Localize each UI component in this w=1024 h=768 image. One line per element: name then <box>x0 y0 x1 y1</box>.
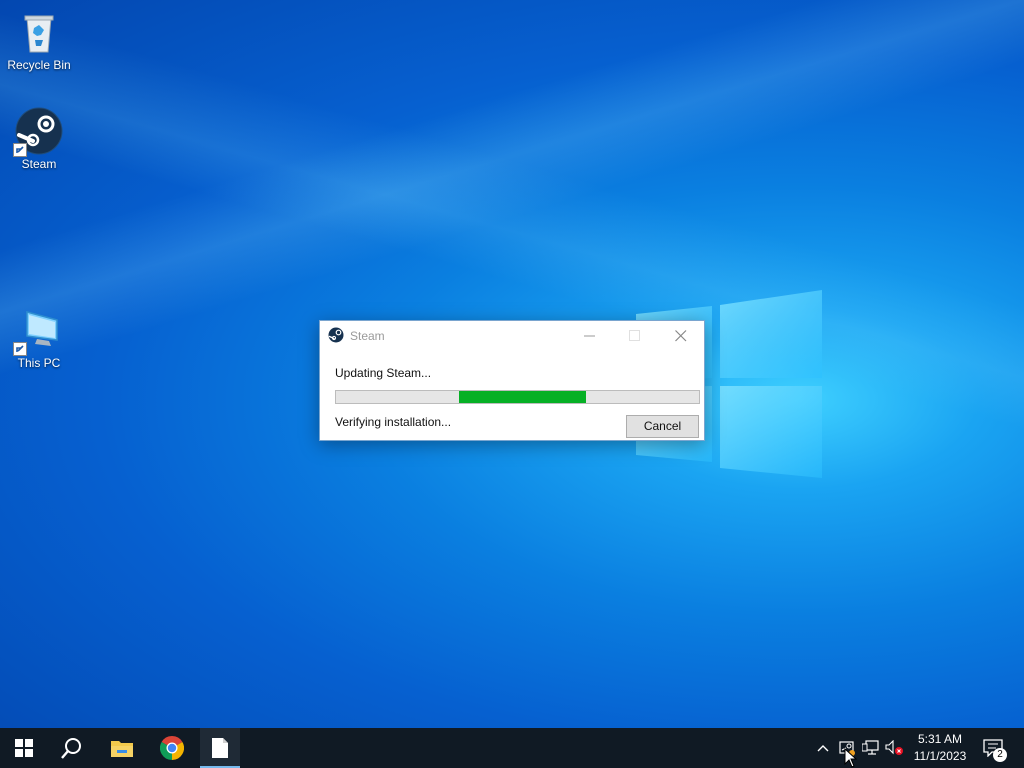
minimize-icon <box>584 335 595 337</box>
show-hidden-icons-button[interactable] <box>812 728 834 768</box>
taskbar: 5:31 AM 11/1/2023 2 <box>0 728 1024 768</box>
desktop-icon-steam[interactable]: Steam <box>1 107 77 171</box>
desktop-icon-label: Steam <box>21 157 57 171</box>
clock[interactable]: 5:31 AM 11/1/2023 <box>908 728 972 768</box>
shortcut-arrow-icon <box>13 143 27 157</box>
maximize-button <box>612 321 658 351</box>
close-icon <box>675 330 687 342</box>
start-button[interactable] <box>0 728 48 768</box>
tray-network[interactable] <box>860 728 882 768</box>
cancel-button[interactable]: Cancel <box>626 415 699 438</box>
action-center-button[interactable]: 2 <box>976 728 1020 768</box>
network-icon <box>862 740 879 755</box>
recycle-bin-icon <box>15 8 63 56</box>
progress-fill <box>459 391 586 403</box>
taskbar-notepad[interactable] <box>200 728 240 768</box>
chrome-icon <box>160 736 184 760</box>
windows-start-icon <box>15 739 33 757</box>
desktop-icon-this-pc[interactable]: This PC <box>1 306 77 370</box>
mouse-cursor-icon <box>844 748 858 768</box>
tray-steam[interactable] <box>836 728 858 768</box>
search-button[interactable] <box>48 728 96 768</box>
taskbar-chrome[interactable] <box>148 728 196 768</box>
tray-volume[interactable] <box>884 728 906 768</box>
dialog-title: Steam <box>350 329 385 343</box>
notification-count-badge: 2 <box>993 748 1007 762</box>
shortcut-arrow-icon <box>13 342 27 356</box>
verify-status-text: Verifying installation... <box>335 415 452 429</box>
clock-date: 11/1/2023 <box>913 749 967 763</box>
this-pc-icon <box>13 306 63 356</box>
taskbar-file-explorer[interactable] <box>98 728 146 768</box>
document-icon <box>212 738 228 758</box>
search-icon <box>61 738 81 759</box>
maximize-icon <box>629 330 640 341</box>
steam-icon <box>328 327 344 343</box>
desktop-icon-recycle-bin[interactable]: Recycle Bin <box>1 8 77 72</box>
steam-update-dialog: Steam Updating Steam... Verifying instal… <box>319 320 705 441</box>
dialog-titlebar[interactable]: Steam <box>320 321 704 351</box>
desktop-icon-label: This PC <box>17 356 61 370</box>
file-explorer-icon <box>111 741 133 757</box>
chevron-up-icon <box>817 745 829 752</box>
minimize-button[interactable] <box>567 321 613 351</box>
desktop-icon-label: Recycle Bin <box>7 58 71 72</box>
progress-bar <box>335 390 700 404</box>
update-status-text: Updating Steam... <box>335 366 432 380</box>
volume-muted-icon <box>885 740 903 755</box>
steam-icon <box>13 107 63 157</box>
desktop: Recycle Bin Steam This PC Steam Updating… <box>0 0 1024 728</box>
clock-time: 5:31 AM <box>917 732 963 746</box>
close-button[interactable] <box>658 321 704 351</box>
